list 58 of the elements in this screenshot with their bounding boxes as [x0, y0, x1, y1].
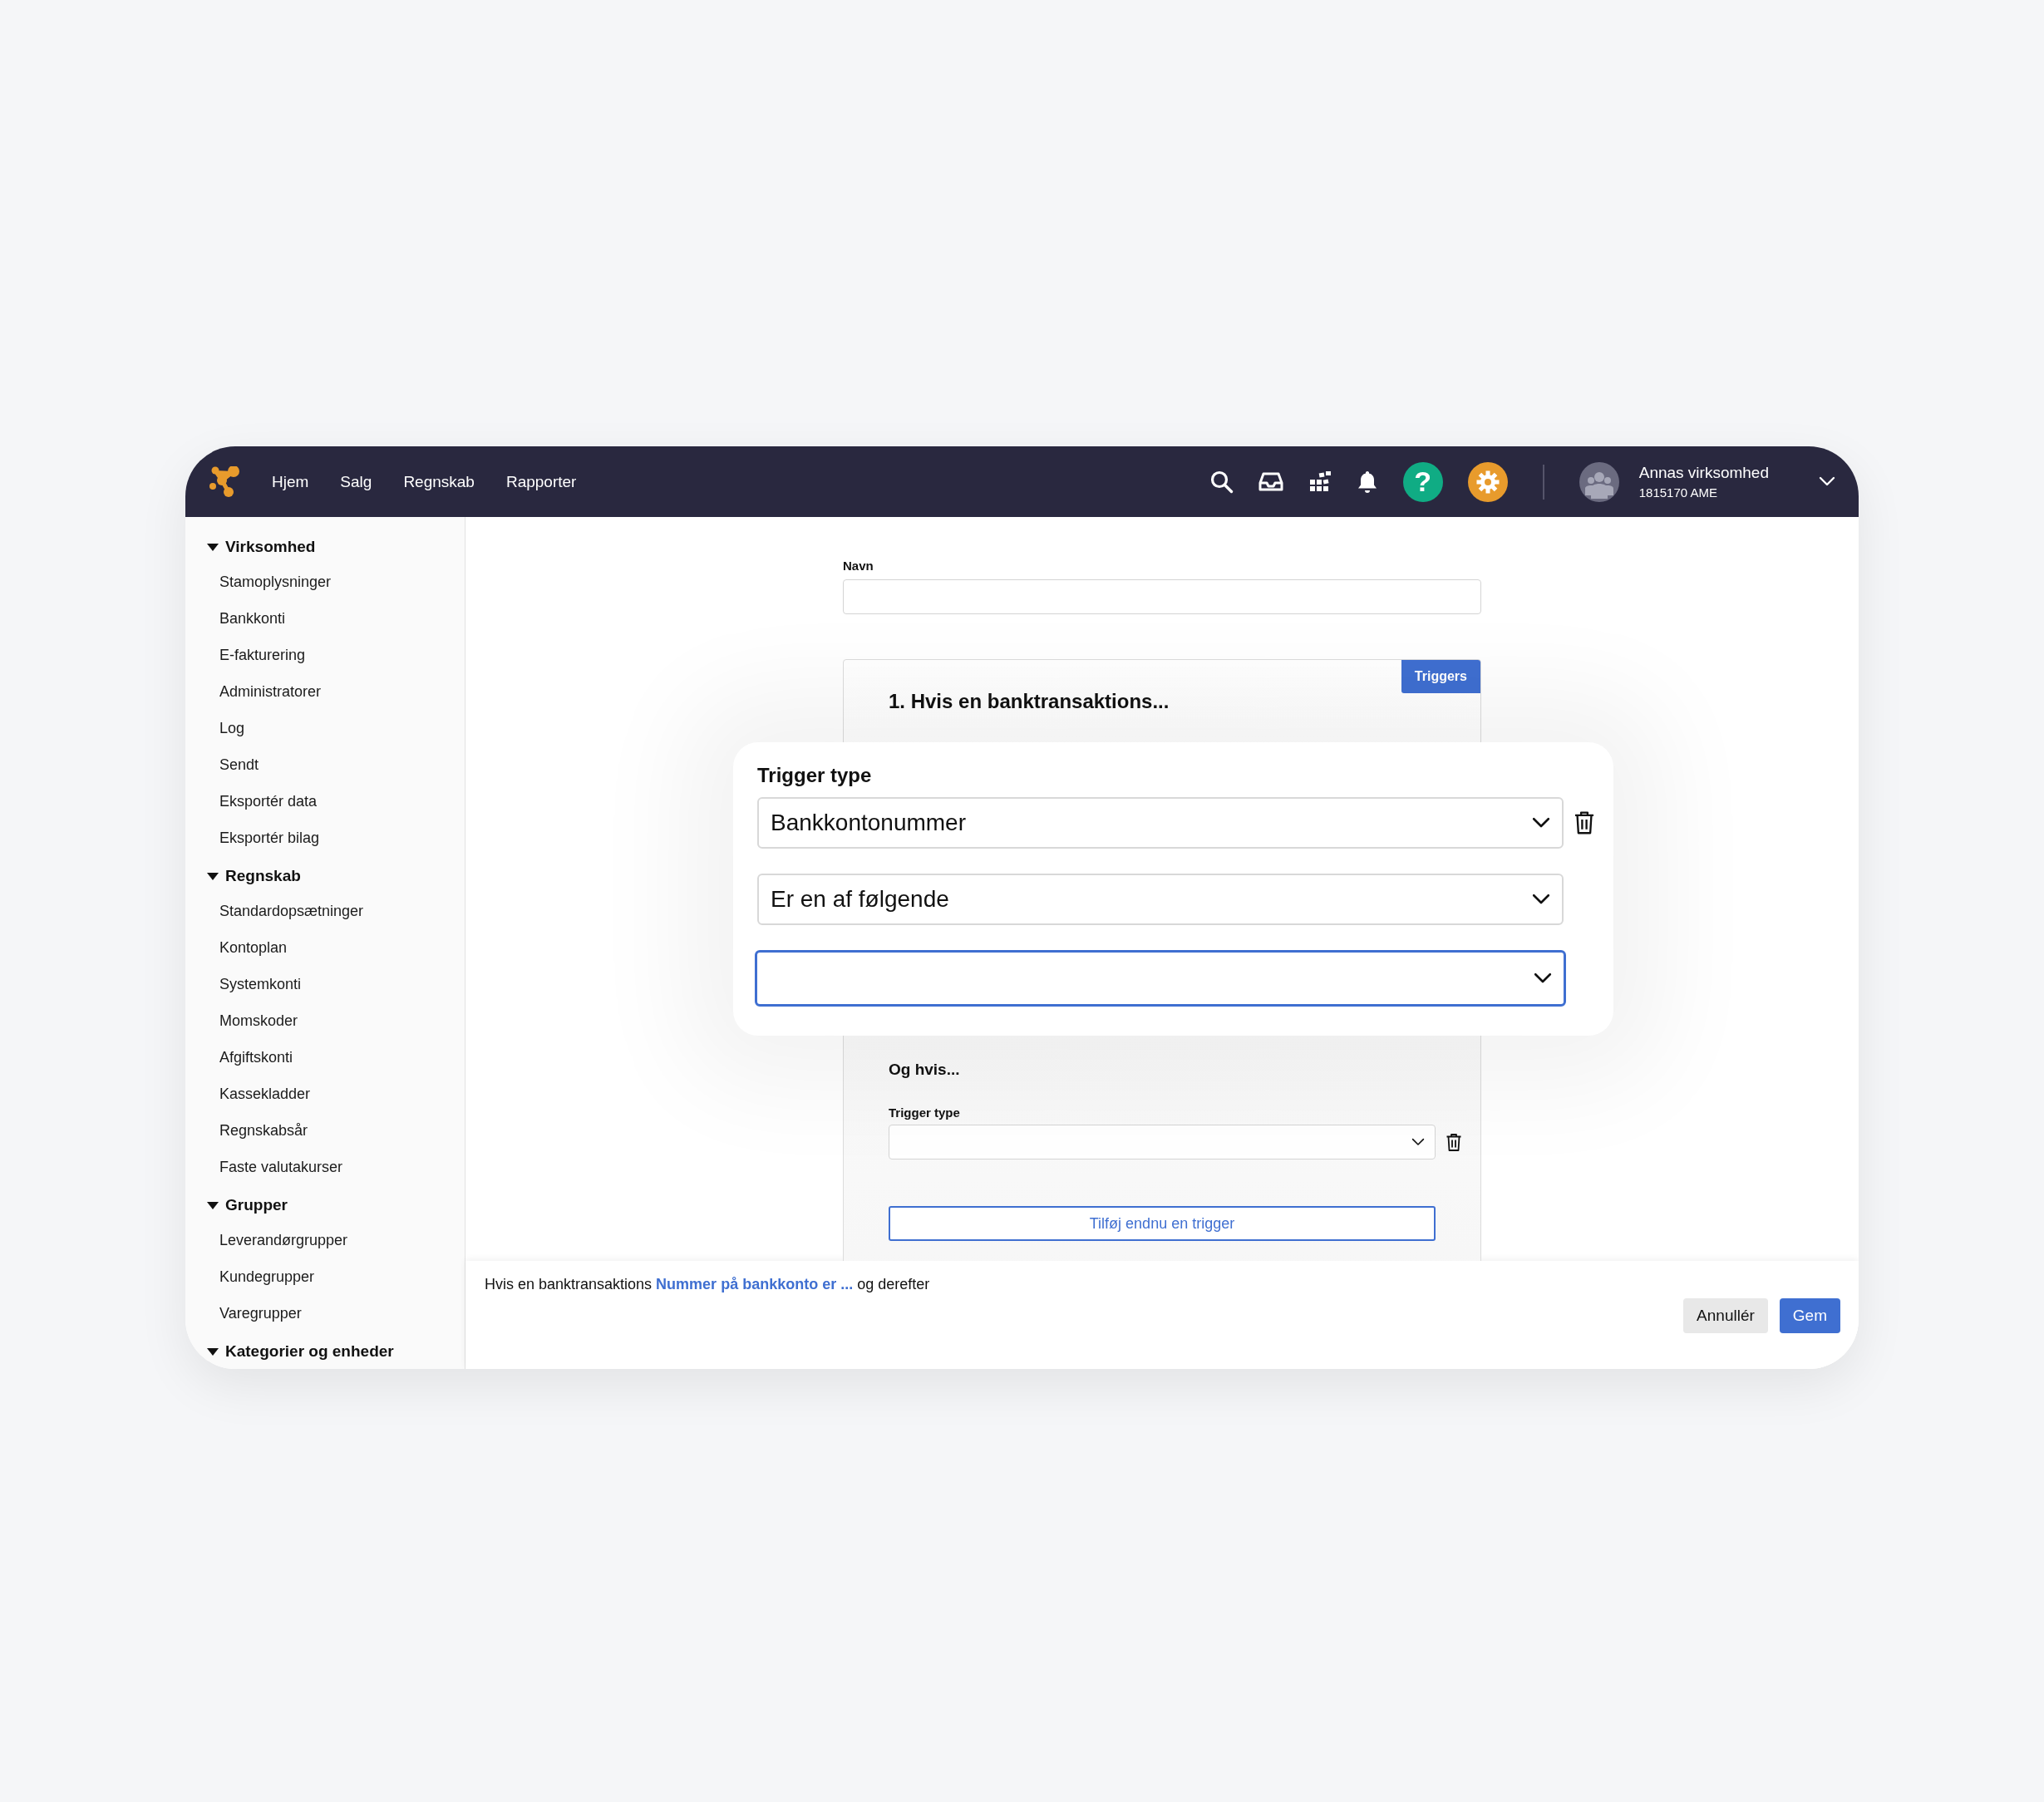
nav-link[interactable]: Rapporter [505, 472, 577, 491]
chevron-icon [1532, 894, 1550, 905]
company-id: 1815170 AME [1638, 485, 1718, 500]
select-field[interactable] [755, 950, 1566, 1007]
sidebar-item[interactable]: E-fakturering [219, 645, 465, 665]
sidebar-item[interactable]: Administratorer [219, 682, 465, 702]
select-field[interactable]: Er en af følgende [757, 874, 1564, 925]
summary-text: Hvis en banktransaktions Nummer på bankkonto er ... og derefter [485, 1276, 931, 1293]
sidebar-section[interactable]: Regnskab [225, 867, 301, 885]
sidebar-item[interactable]: Afgiftskonti [219, 1047, 465, 1067]
sidebar-item[interactable]: Varegrupper [219, 1303, 465, 1323]
sidebar-item[interactable]: Standardopsætninger [219, 901, 465, 921]
field-label: Navn [843, 559, 874, 573]
sidebar-section[interactable]: Virksomhed [225, 538, 316, 556]
sidebar-section[interactable]: Kategorier og enheder [225, 1342, 394, 1361]
sidebar-item[interactable]: Kundegrupper [219, 1267, 465, 1287]
avatar-icon[interactable] [1579, 461, 1619, 502]
card-heading: 1. Hvis en banktransaktions... [889, 690, 1170, 713]
sidebar-section[interactable]: Grupper [225, 1196, 288, 1214]
save-button[interactable]: Gem [1779, 1298, 1840, 1333]
sidebar-item[interactable]: Sendt [219, 755, 465, 775]
trash-icon[interactable] [1446, 1132, 1462, 1152]
sidebar-item[interactable]: Bankkonti [219, 608, 465, 628]
company-name: Annas virksomhed [1638, 464, 1769, 482]
nav-link[interactable]: Salg [340, 472, 372, 491]
sidebar-item[interactable]: Faste valutakurser [219, 1157, 465, 1177]
inbox-icon[interactable] [1258, 471, 1283, 492]
logo-icon[interactable] [209, 465, 240, 498]
sidebar-item[interactable]: Kontoplan [219, 938, 465, 958]
grid-icon[interactable] [1308, 470, 1332, 494]
chevron-icon [1534, 972, 1552, 984]
sidebar-item[interactable]: Log [219, 718, 465, 738]
select-field[interactable]: Bankkontonummer [757, 797, 1564, 849]
search-icon[interactable] [1209, 470, 1234, 494]
sidebar-item[interactable]: Eksportér data [219, 791, 465, 811]
chevron-icon [1819, 475, 1835, 486]
triggers-tag: Triggers [1401, 660, 1480, 693]
add-trigger-button[interactable]: Tilføj endnu en trigger [889, 1206, 1436, 1241]
chevron-icon [1532, 817, 1550, 829]
section-heading: Og hvis... [889, 1061, 961, 1079]
sidebar-item[interactable]: Regnskabsår [219, 1120, 465, 1140]
trash-icon[interactable] [1574, 810, 1595, 835]
sidebar-item[interactable]: Momskoder [219, 1011, 465, 1031]
chevron-icon [1411, 1138, 1425, 1146]
sidebar-item[interactable]: Kassekladder [219, 1084, 465, 1104]
sidebar-item[interactable]: Systemkonti [219, 974, 465, 994]
name-field[interactable] [843, 579, 1481, 614]
field-label: Trigger type [757, 764, 873, 787]
nav-link[interactable]: Hjem [272, 472, 309, 491]
sidebar-item[interactable]: Eksportér bilag [219, 828, 465, 848]
summary-link[interactable]: Nummer på bankkonto er ... [656, 1276, 854, 1292]
nav-link[interactable]: Regnskab [403, 472, 475, 491]
field-label: Trigger type [889, 1105, 961, 1120]
sidebar-item[interactable]: Stamoplysninger [219, 572, 465, 592]
sidebar-item[interactable]: Leverandørgrupper [219, 1230, 465, 1250]
cancel-button[interactable]: Annullér [1683, 1298, 1768, 1333]
settings-icon [1475, 469, 1500, 495]
bell-icon[interactable] [1356, 469, 1378, 495]
